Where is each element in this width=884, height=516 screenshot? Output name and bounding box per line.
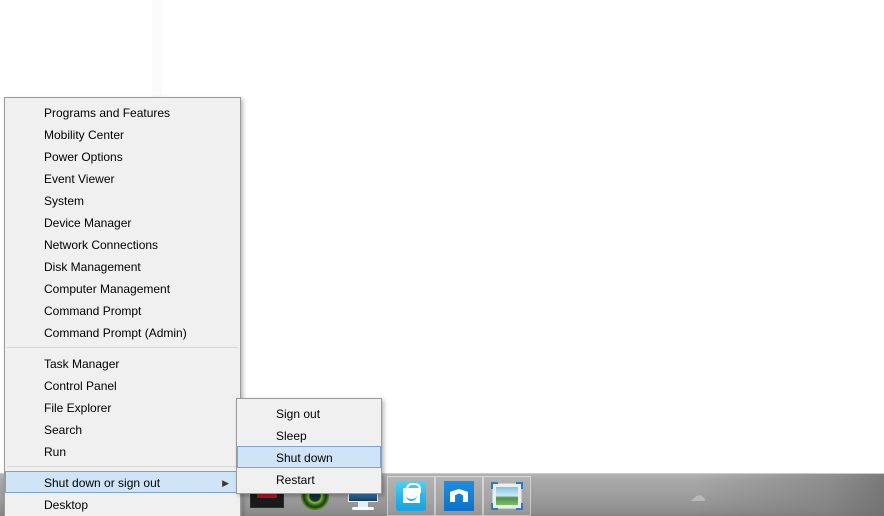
menu-item-label: Command Prompt (Admin) [44,326,187,340]
menu-item-label: Mobility Center [44,128,125,142]
submenu-item-label: Shut down [276,451,333,465]
submenu-item-sleep[interactable]: Sleep [237,424,381,446]
menu-item-desktop[interactable]: Desktop [5,493,240,515]
power-user-menu-items: Programs and Features Mobility Center Po… [5,98,240,516]
maxthon-browser-icon [444,480,474,511]
menu-item-network-connections[interactable]: Network Connections [5,233,240,255]
shutdown-submenu[interactable]: Sign out Sleep Shut down Restart [236,398,382,494]
menu-item-control-panel[interactable]: Control Panel [5,374,240,396]
menu-item-label: Disk Management [44,260,141,274]
submenu-item-shut-down[interactable]: Shut down [237,446,381,468]
menu-item-file-explorer[interactable]: File Explorer [5,396,240,418]
menu-item-device-manager[interactable]: Device Manager [5,211,240,233]
taskbar-button-maxthon[interactable] [435,475,483,516]
menu-item-shut-down-or-sign-out[interactable]: Shut down or sign out ▶ [5,471,240,493]
taskbar-button-photos[interactable] [483,475,531,516]
menu-item-label: File Explorer [44,401,112,415]
menu-item-label: Device Manager [44,216,132,230]
submenu-item-label: Restart [276,473,315,487]
menu-separator [7,347,238,348]
menu-item-system[interactable]: System [5,189,240,211]
screen: ☁ Programs and Features Mobility Center … [0,0,884,516]
menu-item-label: Shut down or sign out [44,476,161,490]
menu-separator [7,466,238,467]
submenu-item-label: Sleep [276,429,307,443]
submenu-item-restart[interactable]: Restart [237,468,381,490]
menu-item-computer-management[interactable]: Computer Management [5,277,240,299]
menu-item-label: System [44,194,85,208]
menu-item-command-prompt[interactable]: Command Prompt [5,299,240,321]
windows-store-icon [396,480,426,511]
desktop-artifact [152,0,162,97]
menu-item-search[interactable]: Search [5,418,240,440]
submenu-item-sign-out[interactable]: Sign out [237,402,381,424]
menu-item-label: Computer Management [44,282,171,296]
taskbar-gradient-overlay [694,474,884,516]
menu-item-label: Event Viewer [44,172,115,186]
system-tray-icon[interactable]: ☁ [688,488,708,506]
menu-item-label: Desktop [44,498,89,512]
menu-item-run[interactable]: Run [5,440,240,462]
photos-icon [491,481,523,510]
menu-item-event-viewer[interactable]: Event Viewer [5,167,240,189]
menu-item-task-manager[interactable]: Task Manager [5,352,240,374]
menu-item-mobility-center[interactable]: Mobility Center [5,123,240,145]
menu-item-label: Command Prompt [44,304,142,318]
power-user-menu[interactable]: Programs and Features Mobility Center Po… [4,97,241,516]
menu-item-label: Run [44,445,67,459]
taskbar-button-store[interactable] [387,475,435,516]
submenu-item-label: Sign out [276,407,321,421]
menu-item-programs-and-features[interactable]: Programs and Features [5,101,240,123]
chevron-right-icon: ▶ [222,478,229,488]
menu-item-label: Task Manager [44,357,120,371]
menu-item-disk-management[interactable]: Disk Management [5,255,240,277]
menu-item-command-prompt-admin[interactable]: Command Prompt (Admin) [5,321,240,343]
menu-item-label: Programs and Features [44,106,171,120]
shutdown-submenu-items: Sign out Sleep Shut down Restart [237,399,381,493]
menu-item-label: Power Options [44,150,123,164]
menu-item-label: Network Connections [44,238,159,252]
menu-item-label: Search [44,423,83,437]
menu-item-label: Control Panel [44,379,117,393]
menu-item-power-options[interactable]: Power Options [5,145,240,167]
